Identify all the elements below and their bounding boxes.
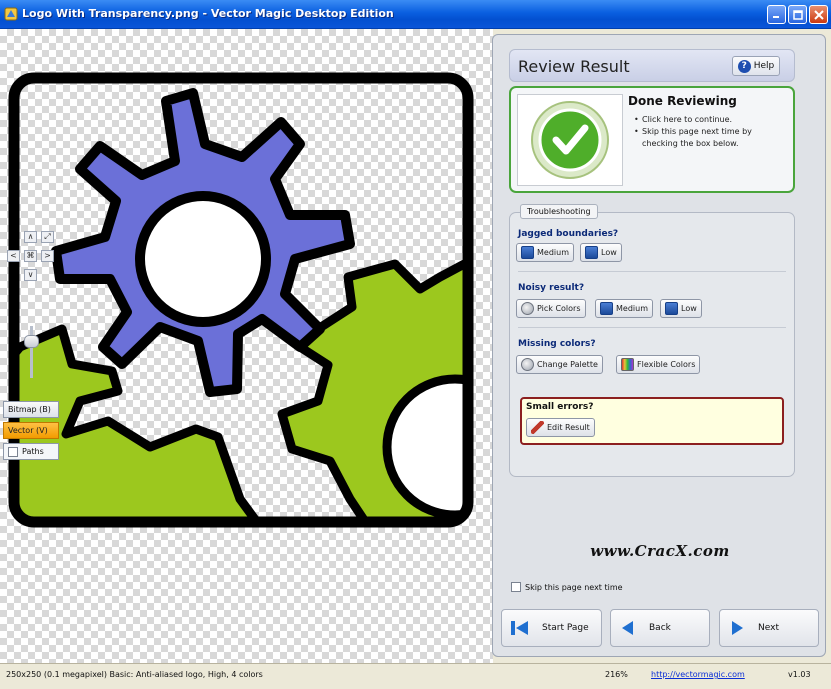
fit-icon[interactable]: ⤢ — [41, 231, 54, 243]
level-icon — [521, 246, 534, 259]
back-label: Back — [649, 623, 671, 633]
palette-icon — [521, 358, 534, 371]
vectorized-logo — [8, 72, 474, 528]
back-arrow-icon — [622, 621, 633, 635]
done-bullet: Click here to continue. — [634, 114, 790, 126]
zoom-slider-track[interactable] — [30, 326, 33, 378]
flexible-colors-label: Flexible Colors — [637, 360, 696, 369]
bitmap-view-label: Bitmap (B) — [8, 405, 51, 414]
noisy-label: Noisy result? — [518, 283, 585, 293]
change-palette-button[interactable]: Change Palette — [516, 355, 603, 374]
watermark-text: www.CracX.com — [590, 542, 730, 560]
help-label: Help — [753, 61, 775, 71]
done-reviewing-button[interactable]: Done Reviewing Click here to continue. S… — [509, 86, 795, 193]
pick-colors-icon — [521, 302, 534, 315]
skip-page-option[interactable]: Skip this page next time — [511, 582, 623, 592]
done-instructions: Click here to continue. Skip this page n… — [634, 114, 790, 150]
section-divider — [518, 271, 786, 272]
wizard-nav: Start Page Back Next — [501, 609, 819, 655]
close-button[interactable] — [809, 5, 828, 24]
level-icon — [600, 302, 613, 315]
jagged-low-label: Low — [601, 248, 617, 257]
app-icon — [4, 7, 18, 21]
edit-result-button[interactable]: Edit Result — [526, 418, 595, 437]
center-icon[interactable]: ⌘ — [24, 250, 37, 262]
small-errors-label: Small errors? — [526, 402, 594, 412]
done-bullet: Skip this page next time by checking the… — [634, 126, 790, 150]
green-gear-hole — [382, 374, 468, 520]
troubleshooting-tab: Troubleshooting — [520, 204, 598, 219]
next-label: Next — [758, 623, 779, 633]
minimize-button[interactable] — [767, 5, 786, 24]
paths-checkbox[interactable] — [8, 446, 18, 457]
pick-colors-button[interactable]: Pick Colors — [516, 299, 586, 318]
window-title: Logo With Transparency.png - Vector Magi… — [22, 7, 394, 20]
jagged-medium-label: Medium — [537, 248, 569, 257]
small-errors-box: Small errors? Edit Result — [520, 397, 784, 445]
pan-right-button[interactable]: > — [41, 250, 54, 262]
start-page-button[interactable]: Start Page — [501, 609, 602, 647]
flexible-colors-icon — [621, 358, 634, 371]
bitmap-view-button[interactable]: Bitmap (B) — [3, 401, 59, 418]
help-icon: ? — [737, 59, 751, 73]
level-icon — [585, 246, 598, 259]
vector-preview-canvas[interactable]: ∧ ⤢ < ⌘ > ∨ Bitmap (B) Vector (V) Paths — [0, 29, 493, 663]
close-icon — [813, 9, 824, 20]
jagged-low-button[interactable]: Low — [580, 243, 622, 262]
title-bar: Logo With Transparency.png - Vector Magi… — [0, 0, 831, 29]
done-icon-frame — [517, 94, 623, 186]
pan-down-button[interactable]: ∨ — [24, 269, 37, 281]
zoom-readout: 216% — [605, 670, 628, 679]
jagged-medium-button[interactable]: Medium — [516, 243, 574, 262]
edit-result-label: Edit Result — [547, 423, 590, 432]
vector-view-label: Vector (V) — [8, 426, 48, 435]
review-panel: Review Result ? Help Done Reviewing Clic… — [492, 34, 826, 657]
level-icon — [665, 302, 678, 315]
section-divider — [518, 327, 786, 328]
start-page-label: Start Page — [542, 623, 589, 633]
pick-colors-label: Pick Colors — [537, 304, 581, 313]
website-link[interactable]: http://vectormagic.com — [651, 670, 745, 679]
skip-label: Skip this page next time — [525, 582, 623, 592]
status-bar: 250x250 (0.1 megapixel) Basic: Anti-alia… — [0, 663, 831, 689]
minimize-icon — [773, 16, 779, 18]
jagged-label: Jagged boundaries? — [518, 229, 619, 239]
vector-view-button[interactable]: Vector (V) — [3, 422, 59, 439]
troubleshooting-group: Troubleshooting Jagged boundaries? Mediu… — [509, 204, 795, 477]
help-button[interactable]: ? Help — [732, 56, 780, 76]
next-arrow-icon — [732, 621, 743, 635]
flexible-colors-button[interactable]: Flexible Colors — [616, 355, 701, 374]
paths-label: Paths — [22, 447, 44, 456]
done-title: Done Reviewing — [628, 94, 737, 108]
noisy-medium-button[interactable]: Medium — [595, 299, 653, 318]
pencil-icon — [531, 421, 544, 434]
noisy-low-label: Low — [681, 304, 697, 313]
start-page-icon — [511, 621, 528, 635]
version-label: v1.03 — [788, 670, 811, 679]
panel-header: Review Result ? Help — [509, 49, 795, 82]
zoom-slider-thumb[interactable] — [24, 335, 39, 348]
maximize-button[interactable] — [788, 5, 807, 24]
image-info: 250x250 (0.1 megapixel) Basic: Anti-alia… — [6, 670, 263, 679]
checkmark-icon — [531, 101, 609, 179]
change-palette-label: Change Palette — [537, 360, 598, 369]
maximize-icon — [792, 9, 803, 20]
panel-title: Review Result — [518, 57, 630, 76]
skip-checkbox[interactable] — [511, 582, 521, 592]
pan-up-button[interactable]: ∧ — [24, 231, 37, 243]
noisy-low-button[interactable]: Low — [660, 299, 702, 318]
back-button[interactable]: Back — [610, 609, 710, 647]
noisy-medium-label: Medium — [616, 304, 648, 313]
blue-gear-hole — [135, 191, 271, 327]
missing-colors-label: Missing colors? — [518, 339, 596, 349]
next-button[interactable]: Next — [719, 609, 819, 647]
pan-left-button[interactable]: < — [7, 250, 20, 262]
paths-toggle[interactable]: Paths — [3, 443, 59, 460]
